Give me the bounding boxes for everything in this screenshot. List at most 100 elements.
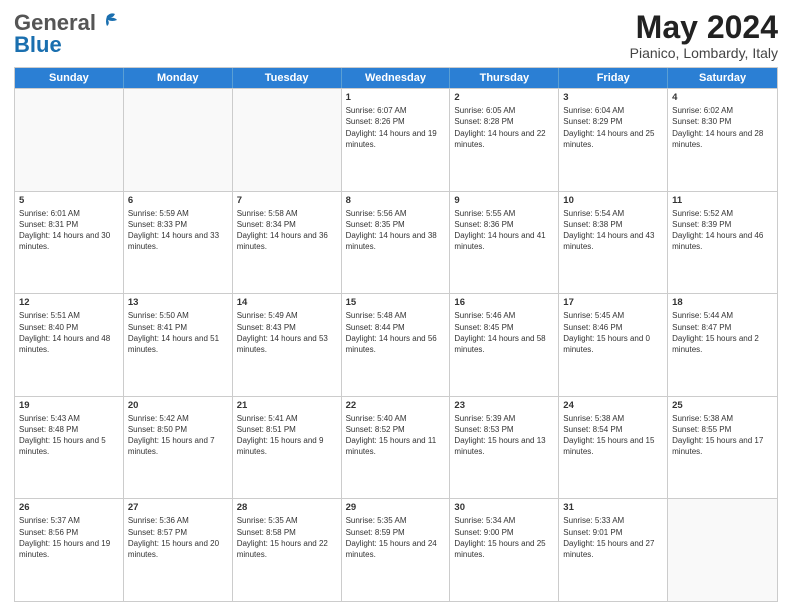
day-info: Sunrise: 5:33 AM Sunset: 9:01 PM Dayligh…: [563, 515, 663, 560]
cal-week-1: 5 Sunrise: 6:01 AM Sunset: 8:31 PM Daylig…: [15, 191, 777, 294]
day-number: 2: [454, 92, 554, 103]
day-number: 23: [454, 400, 554, 411]
cal-week-4: 26 Sunrise: 5:37 AM Sunset: 8:56 PM Dayli…: [15, 498, 777, 601]
header-thursday: Thursday: [450, 68, 559, 88]
day-info: Sunrise: 5:34 AM Sunset: 9:00 PM Dayligh…: [454, 515, 554, 560]
cal-cell: 2 Sunrise: 6:05 AM Sunset: 8:28 PM Daylig…: [450, 89, 559, 191]
day-number: 12: [19, 297, 119, 308]
day-info: Sunrise: 5:37 AM Sunset: 8:56 PM Dayligh…: [19, 515, 119, 560]
day-number: 6: [128, 195, 228, 206]
cal-cell: 15 Sunrise: 5:48 AM Sunset: 8:44 PM Dayli…: [342, 294, 451, 396]
cal-cell: 27 Sunrise: 5:36 AM Sunset: 8:57 PM Dayli…: [124, 499, 233, 601]
day-number: 26: [19, 502, 119, 513]
day-number: 7: [237, 195, 337, 206]
cal-cell: 1 Sunrise: 6:07 AM Sunset: 8:26 PM Daylig…: [342, 89, 451, 191]
cal-cell: 25 Sunrise: 5:38 AM Sunset: 8:55 PM Dayli…: [668, 397, 777, 499]
cal-cell: 28 Sunrise: 5:35 AM Sunset: 8:58 PM Dayli…: [233, 499, 342, 601]
day-info: Sunrise: 6:01 AM Sunset: 8:31 PM Dayligh…: [19, 208, 119, 253]
day-info: Sunrise: 6:02 AM Sunset: 8:30 PM Dayligh…: [672, 105, 773, 150]
day-number: 27: [128, 502, 228, 513]
day-number: 9: [454, 195, 554, 206]
day-info: Sunrise: 5:40 AM Sunset: 8:52 PM Dayligh…: [346, 413, 446, 458]
day-info: Sunrise: 5:44 AM Sunset: 8:47 PM Dayligh…: [672, 310, 773, 355]
cal-cell: 12 Sunrise: 5:51 AM Sunset: 8:40 PM Dayli…: [15, 294, 124, 396]
logo-bird-icon: [97, 10, 119, 32]
cal-cell: 10 Sunrise: 5:54 AM Sunset: 8:38 PM Dayli…: [559, 192, 668, 294]
day-number: 5: [19, 195, 119, 206]
cal-cell: 16Sunrise: 5:46 AM Sunset: 8:45 PM Dayli…: [450, 294, 559, 396]
cal-cell: [233, 89, 342, 191]
cal-cell: 17 Sunrise: 5:45 AM Sunset: 8:46 PM Dayli…: [559, 294, 668, 396]
day-info: Sunrise: 5:45 AM Sunset: 8:46 PM Dayligh…: [563, 310, 663, 355]
cal-week-3: 19 Sunrise: 5:43 AM Sunset: 8:48 PM Dayli…: [15, 396, 777, 499]
day-info: Sunrise: 5:38 AM Sunset: 8:54 PM Dayligh…: [563, 413, 663, 458]
calendar: Sunday Monday Tuesday Wednesday Thursday…: [14, 67, 778, 602]
cal-week-0: 1 Sunrise: 6:07 AM Sunset: 8:26 PM Daylig…: [15, 88, 777, 191]
cal-cell: 31Sunrise: 5:33 AM Sunset: 9:01 PM Dayli…: [559, 499, 668, 601]
cal-cell: 7 Sunrise: 5:58 AM Sunset: 8:34 PM Daylig…: [233, 192, 342, 294]
day-info: Sunrise: 6:07 AM Sunset: 8:26 PM Dayligh…: [346, 105, 446, 150]
day-number: 4: [672, 92, 773, 103]
day-info: Sunrise: 5:54 AM Sunset: 8:38 PM Dayligh…: [563, 208, 663, 253]
cal-cell: 18 Sunrise: 5:44 AM Sunset: 8:47 PM Dayli…: [668, 294, 777, 396]
cal-cell: [15, 89, 124, 191]
day-info: Sunrise: 5:41 AM Sunset: 8:51 PM Dayligh…: [237, 413, 337, 458]
day-number: 19: [19, 400, 119, 411]
day-number: 29: [346, 502, 446, 513]
day-number: 17: [563, 297, 663, 308]
day-info: Sunrise: 5:43 AM Sunset: 8:48 PM Dayligh…: [19, 413, 119, 458]
day-number: 11: [672, 195, 773, 206]
logo: General Blue: [14, 10, 119, 58]
calendar-header: Sunday Monday Tuesday Wednesday Thursday…: [15, 68, 777, 88]
day-number: 28: [237, 502, 337, 513]
day-info: Sunrise: 5:58 AM Sunset: 8:34 PM Dayligh…: [237, 208, 337, 253]
cal-cell: 26 Sunrise: 5:37 AM Sunset: 8:56 PM Dayli…: [15, 499, 124, 601]
day-info: Sunrise: 5:50 AM Sunset: 8:41 PM Dayligh…: [128, 310, 228, 355]
day-number: 15: [346, 297, 446, 308]
cal-cell: 14Sunrise: 5:49 AM Sunset: 8:43 PM Dayli…: [233, 294, 342, 396]
day-info: Sunrise: 5:52 AM Sunset: 8:39 PM Dayligh…: [672, 208, 773, 253]
day-number: 14: [237, 297, 337, 308]
day-number: 24: [563, 400, 663, 411]
day-number: 1: [346, 92, 446, 103]
day-number: 20: [128, 400, 228, 411]
calendar-body: 1 Sunrise: 6:07 AM Sunset: 8:26 PM Daylig…: [15, 88, 777, 601]
day-number: 21: [237, 400, 337, 411]
cal-cell: [124, 89, 233, 191]
day-number: 13: [128, 297, 228, 308]
header: General Blue May 2024 Pianico, Lombardy,…: [14, 10, 778, 61]
header-friday: Friday: [559, 68, 668, 88]
day-number: 25: [672, 400, 773, 411]
header-saturday: Saturday: [668, 68, 777, 88]
day-info: Sunrise: 5:42 AM Sunset: 8:50 PM Dayligh…: [128, 413, 228, 458]
cal-cell: 3Sunrise: 6:04 AM Sunset: 8:29 PM Daylig…: [559, 89, 668, 191]
day-info: Sunrise: 5:38 AM Sunset: 8:55 PM Dayligh…: [672, 413, 773, 458]
cal-cell: 4 Sunrise: 6:02 AM Sunset: 8:30 PM Daylig…: [668, 89, 777, 191]
cal-cell: 13 Sunrise: 5:50 AM Sunset: 8:41 PM Dayli…: [124, 294, 233, 396]
header-wednesday: Wednesday: [342, 68, 451, 88]
header-tuesday: Tuesday: [233, 68, 342, 88]
day-info: Sunrise: 5:36 AM Sunset: 8:57 PM Dayligh…: [128, 515, 228, 560]
day-info: Sunrise: 6:05 AM Sunset: 8:28 PM Dayligh…: [454, 105, 554, 150]
cal-cell: 9Sunrise: 5:55 AM Sunset: 8:36 PM Daylig…: [450, 192, 559, 294]
day-number: 22: [346, 400, 446, 411]
title-block: May 2024 Pianico, Lombardy, Italy: [630, 10, 778, 61]
day-number: 8: [346, 195, 446, 206]
day-info: Sunrise: 5:35 AM Sunset: 8:58 PM Dayligh…: [237, 515, 337, 560]
cal-cell: 5 Sunrise: 6:01 AM Sunset: 8:31 PM Daylig…: [15, 192, 124, 294]
page: General Blue May 2024 Pianico, Lombardy,…: [0, 0, 792, 612]
cal-cell: 11 Sunrise: 5:52 AM Sunset: 8:39 PM Dayli…: [668, 192, 777, 294]
header-monday: Monday: [124, 68, 233, 88]
cal-cell: 20 Sunrise: 5:42 AM Sunset: 8:50 PM Dayli…: [124, 397, 233, 499]
day-number: 10: [563, 195, 663, 206]
day-number: 16: [454, 297, 554, 308]
logo-blue-text: Blue: [14, 32, 62, 58]
day-info: Sunrise: 5:51 AM Sunset: 8:40 PM Dayligh…: [19, 310, 119, 355]
day-info: Sunrise: 5:59 AM Sunset: 8:33 PM Dayligh…: [128, 208, 228, 253]
day-number: 18: [672, 297, 773, 308]
day-number: 30: [454, 502, 554, 513]
cal-cell: 24 Sunrise: 5:38 AM Sunset: 8:54 PM Dayli…: [559, 397, 668, 499]
day-info: Sunrise: 5:35 AM Sunset: 8:59 PM Dayligh…: [346, 515, 446, 560]
cal-cell: 21 Sunrise: 5:41 AM Sunset: 8:51 PM Dayli…: [233, 397, 342, 499]
day-info: Sunrise: 5:48 AM Sunset: 8:44 PM Dayligh…: [346, 310, 446, 355]
